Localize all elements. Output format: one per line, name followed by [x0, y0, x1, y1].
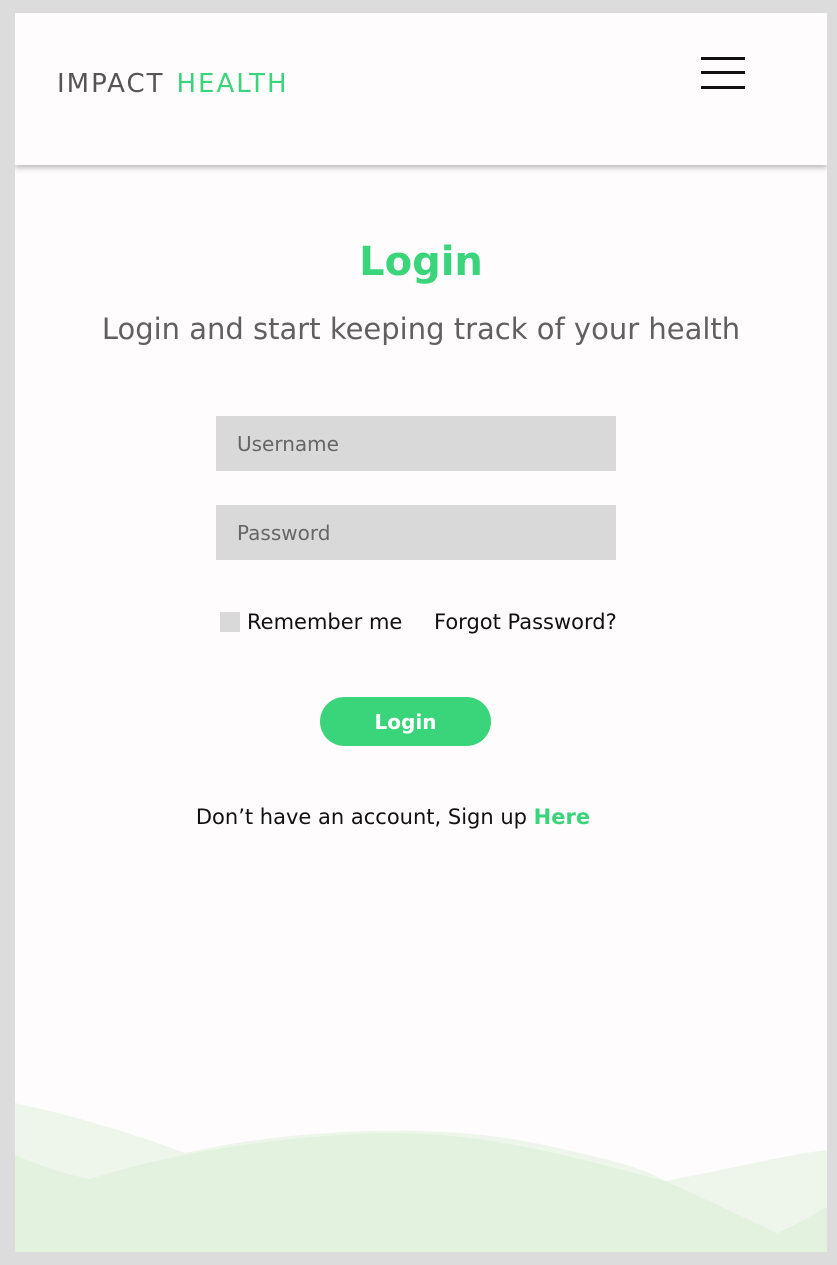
logo-word-health: HEALTH: [176, 69, 289, 99]
signup-prompt: Don’t have an account, Sign up Here: [15, 805, 771, 829]
page-title: Login: [359, 239, 483, 285]
signup-here-link[interactable]: Here: [534, 805, 590, 829]
logo-word-impact: IMPACT: [57, 69, 165, 99]
brand-logo[interactable]: IMPACT HEALTH: [57, 69, 289, 99]
top-header: IMPACT HEALTH: [15, 13, 827, 165]
checkbox-box[interactable]: [220, 612, 240, 632]
menu-line: [701, 86, 745, 89]
app-screen: IMPACT HEALTH Login Login and start keepi…: [15, 13, 827, 1252]
password-input[interactable]: [216, 505, 616, 560]
decorative-waves: [15, 1103, 827, 1252]
page-subtitle: Login and start keeping track of your he…: [101, 312, 741, 346]
hamburger-menu-icon[interactable]: [701, 57, 745, 91]
login-button[interactable]: Login: [320, 697, 491, 746]
menu-line: [701, 57, 745, 60]
username-input[interactable]: [216, 416, 616, 471]
forgot-password-link[interactable]: Forgot Password?: [434, 610, 617, 634]
menu-line: [701, 71, 745, 74]
remember-me-checkbox[interactable]: Remember me: [220, 610, 402, 634]
signup-prefix-text: Don’t have an account, Sign up: [195, 805, 534, 829]
remember-me-label: Remember me: [247, 610, 403, 634]
